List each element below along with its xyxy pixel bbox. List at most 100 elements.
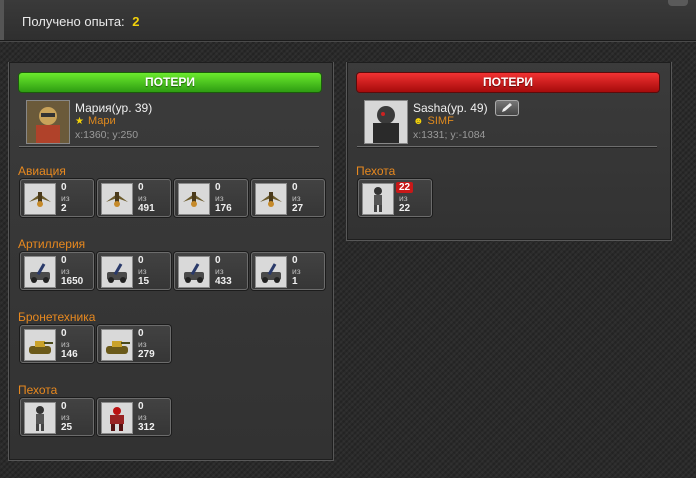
soldier-icon bbox=[363, 184, 393, 214]
unit-thumbnail bbox=[24, 329, 56, 361]
aircraft-icon bbox=[256, 184, 286, 214]
unit-thumbnail bbox=[255, 183, 287, 215]
units-of-label: из bbox=[138, 339, 147, 349]
unit-card[interactable]: 0 из 279 bbox=[97, 325, 171, 363]
units-lost: 0 bbox=[138, 328, 144, 339]
top-bar-edge bbox=[0, 0, 4, 40]
unit-thumbnail bbox=[24, 256, 56, 288]
units-lost: 0 bbox=[215, 255, 221, 266]
aircraft-icon bbox=[102, 184, 132, 214]
unit-thumbnail bbox=[24, 183, 56, 215]
losses-header-green: ПОТЕРИ bbox=[19, 73, 321, 92]
unit-card[interactable]: 22 из 22 bbox=[358, 179, 432, 217]
edit-button[interactable] bbox=[495, 100, 519, 116]
units-lost: 0 bbox=[61, 328, 67, 339]
aircraft-icon bbox=[25, 184, 55, 214]
units-of-label: из bbox=[61, 266, 70, 276]
units-total: 25 bbox=[61, 422, 73, 433]
avatar[interactable] bbox=[364, 100, 408, 144]
experience-label: Получено опыта: bbox=[22, 14, 125, 29]
avatar[interactable] bbox=[26, 100, 70, 144]
soldier-icon bbox=[25, 403, 55, 433]
skull-icon: ☻ bbox=[413, 116, 424, 127]
units-of-label: из bbox=[215, 193, 224, 203]
unit-card[interactable]: 0 из 1 bbox=[251, 252, 325, 290]
units-of-label: из bbox=[138, 193, 147, 203]
unit-thumbnail bbox=[101, 183, 133, 215]
experience-value: 2 bbox=[132, 14, 140, 29]
unit-thumbnail bbox=[255, 256, 287, 288]
star-icon: ★ bbox=[75, 116, 84, 127]
player-name[interactable]: Мария(ур. 39) bbox=[75, 101, 152, 115]
unit-card[interactable]: 0 из 15 bbox=[97, 252, 171, 290]
unit-card[interactable]: 0 из 433 bbox=[174, 252, 248, 290]
units-lost: 0 bbox=[138, 182, 144, 193]
top-bar-tab bbox=[668, 0, 688, 6]
units-of-label: из bbox=[399, 193, 408, 203]
unit-card[interactable]: 0 из 2 bbox=[20, 179, 94, 217]
units-of-label: из bbox=[61, 412, 70, 422]
units-total: 146 bbox=[61, 349, 78, 360]
units-of-label: из bbox=[215, 266, 224, 276]
player-name[interactable]: Sasha(ур. 49) bbox=[413, 101, 488, 115]
unit-card[interactable]: 0 из 146 bbox=[20, 325, 94, 363]
unit-thumbnail bbox=[178, 183, 210, 215]
aircraft-icon bbox=[179, 184, 209, 214]
units-total: 491 bbox=[138, 203, 155, 214]
tank-icon bbox=[25, 330, 55, 360]
units-total: 22 bbox=[399, 203, 411, 214]
player-avatar-icon bbox=[27, 101, 69, 143]
units-total: 1650 bbox=[61, 276, 84, 287]
player-clan[interactable]: ☻ SIMF bbox=[413, 115, 454, 127]
units-total: 312 bbox=[138, 422, 155, 433]
pencil-icon bbox=[502, 103, 512, 112]
category-title: Пехота bbox=[18, 383, 58, 397]
experience-readout: Получено опыта: 2 bbox=[22, 14, 140, 29]
unit-thumbnail bbox=[101, 402, 133, 434]
top-bar: Получено опыта: 2 bbox=[0, 0, 696, 41]
units-total: 176 bbox=[215, 203, 232, 214]
units-lost: 0 bbox=[138, 255, 144, 266]
defender-losses-panel: ПОТЕРИ Sasha(ур. 49) ☻ SIMF x:1331; y:-10… bbox=[346, 62, 672, 241]
units-of-label: из bbox=[292, 266, 301, 276]
unit-thumbnail bbox=[24, 402, 56, 434]
player-clan[interactable]: ★ Мари bbox=[75, 115, 116, 127]
units-total: 27 bbox=[292, 203, 304, 214]
mech-icon bbox=[102, 403, 132, 433]
artillery-icon bbox=[102, 257, 132, 287]
artillery-icon bbox=[25, 257, 55, 287]
unit-card[interactable]: 0 из 312 bbox=[97, 398, 171, 436]
units-lost: 0 bbox=[292, 182, 298, 193]
category-title: Авиация bbox=[18, 164, 66, 178]
units-lost: 0 bbox=[215, 182, 221, 193]
units-total: 433 bbox=[215, 276, 232, 287]
units-of-label: из bbox=[61, 339, 70, 349]
units-of-label: из bbox=[61, 193, 70, 203]
clan-name: SIMF bbox=[427, 115, 454, 127]
units-lost: 0 bbox=[61, 182, 67, 193]
unit-card[interactable]: 0 из 25 bbox=[20, 398, 94, 436]
unit-card[interactable]: 0 из 1650 bbox=[20, 252, 94, 290]
unit-thumbnail bbox=[178, 256, 210, 288]
tank-icon bbox=[102, 330, 132, 360]
units-lost: 0 bbox=[138, 401, 144, 412]
unit-card[interactable]: 0 из 176 bbox=[174, 179, 248, 217]
divider bbox=[357, 146, 657, 147]
unit-thumbnail bbox=[101, 329, 133, 361]
category-title: Артиллерия bbox=[18, 237, 86, 251]
units-lost: 22 bbox=[396, 182, 414, 193]
units-of-label: из bbox=[138, 266, 147, 276]
unit-thumbnail bbox=[101, 256, 133, 288]
units-total: 279 bbox=[138, 349, 155, 360]
player-coords: x:1331; y:-1084 bbox=[413, 129, 486, 141]
units-total: 15 bbox=[138, 276, 150, 287]
losses-header-red: ПОТЕРИ bbox=[357, 73, 659, 92]
units-lost: 0 bbox=[61, 255, 67, 266]
units-total: 1 bbox=[292, 276, 298, 287]
player-avatar-icon bbox=[365, 101, 407, 143]
unit-card[interactable]: 0 из 27 bbox=[251, 179, 325, 217]
category-title: Бронетехника bbox=[18, 310, 96, 324]
unit-card[interactable]: 0 из 491 bbox=[97, 179, 171, 217]
attacker-losses-panel: ПОТЕРИ Мария(ур. 39) ★ Мари x:1360; y:250… bbox=[8, 62, 334, 461]
units-lost: 0 bbox=[61, 401, 67, 412]
